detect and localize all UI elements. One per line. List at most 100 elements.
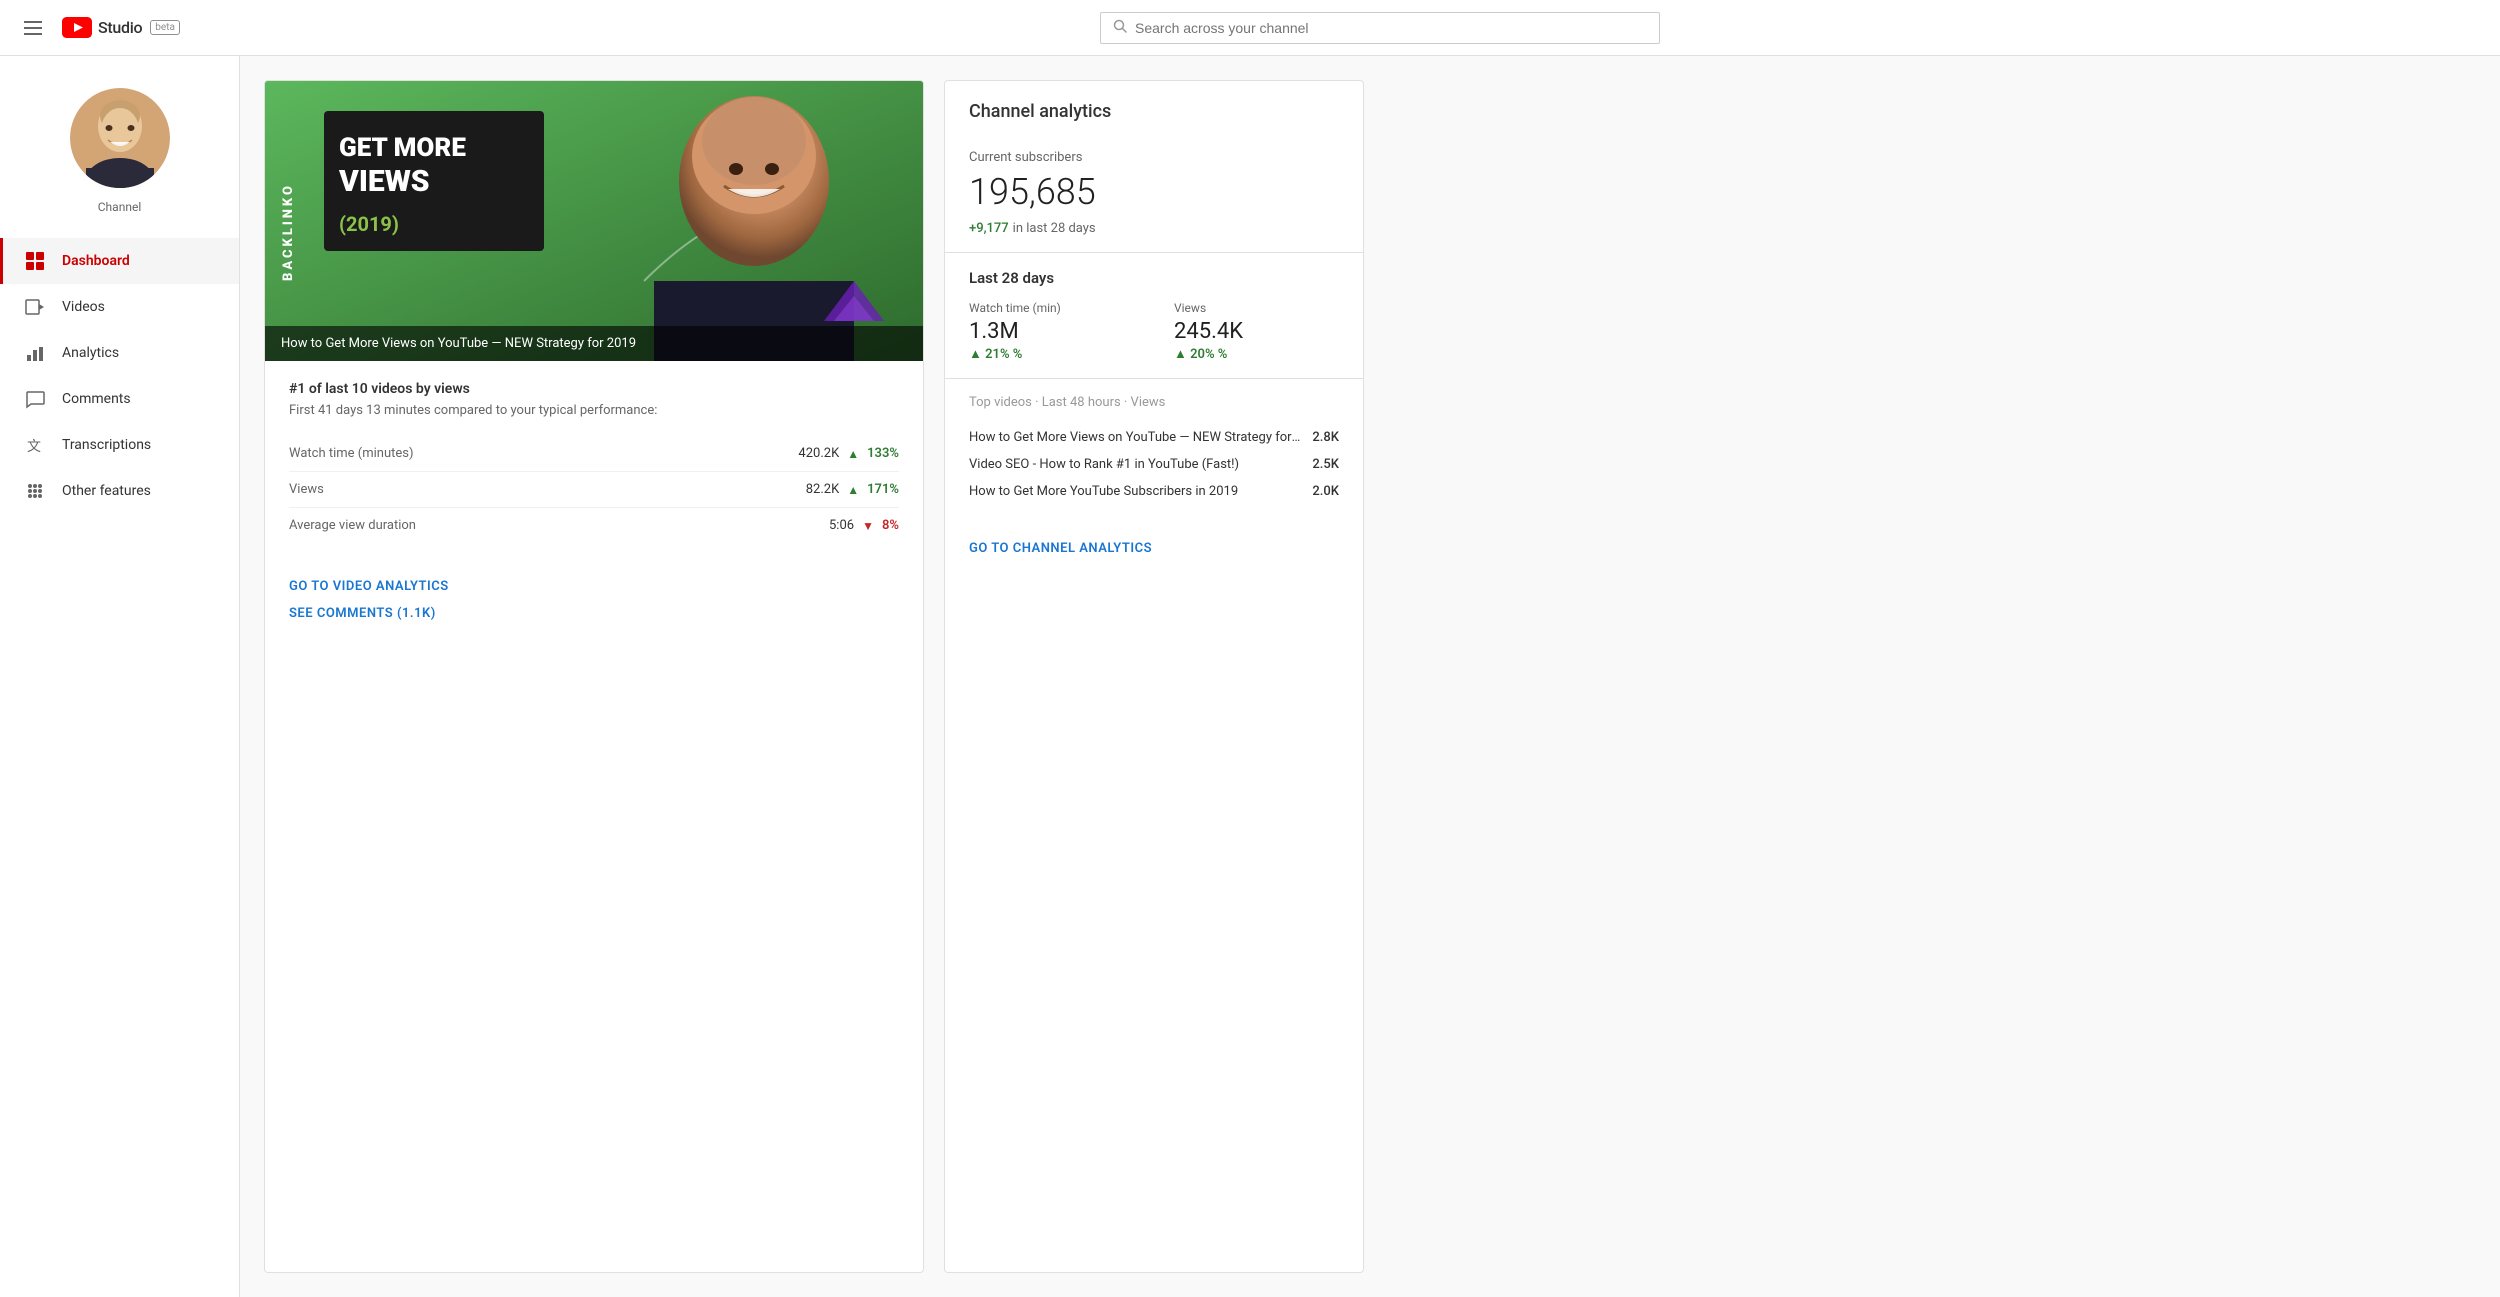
- last28-label: Last 28 days: [969, 269, 1339, 287]
- video-thumbnail: BACKLINKO GET MORE VIEWS (2019) How to G…: [265, 81, 923, 361]
- sidebar-item-other-features-label: Other features: [62, 483, 151, 499]
- search-bar: [276, 12, 2484, 44]
- arrow-up-watchtime: ▲: [847, 447, 859, 461]
- search-icon: [1113, 19, 1127, 37]
- analytics-card: Channel analytics Current subscribers 19…: [944, 80, 1364, 1273]
- stat-value-watchtime: 420.2K ▲ 133%: [798, 446, 899, 461]
- dashboard-icon: [24, 250, 46, 272]
- views-metric: Views 245.4K ▲ 20% %: [1174, 301, 1339, 362]
- views-metric-val: 245.4K: [1174, 319, 1339, 344]
- watchtime-metric-change: ▲ 21% %: [969, 346, 1134, 362]
- sidebar-item-dashboard[interactable]: Dashboard: [0, 238, 239, 284]
- logo-area: Studio beta: [62, 17, 180, 38]
- studio-label: Studio: [98, 18, 142, 37]
- video-perf: First 41 days 13 minutes compared to you…: [289, 403, 899, 418]
- sidebar-item-analytics[interactable]: Analytics: [0, 330, 239, 376]
- top-video-title-2: Video SEO - How to Rank #1 in YouTube (F…: [969, 457, 1300, 472]
- svg-text:GET MORE: GET MORE: [339, 133, 466, 163]
- sidebar-item-transcriptions-label: Transcriptions: [62, 437, 151, 453]
- top-videos-label: Top videos: [969, 395, 1032, 410]
- thumbnail-bg: BACKLINKO GET MORE VIEWS (2019): [265, 81, 923, 361]
- transcriptions-icon: 文: [24, 434, 46, 456]
- analytics-footer: GO TO CHANNEL ANALYTICS: [945, 521, 1363, 572]
- views-arrow-icon: ▲: [1174, 347, 1190, 362]
- top-video-row-3: How to Get More YouTube Subscribers in 2…: [969, 478, 1339, 505]
- views-metric-label: Views: [1174, 301, 1339, 315]
- main-layout: Channel Dashboard Videos Analytics Com: [0, 56, 2500, 1297]
- youtube-logo-icon: [62, 17, 92, 38]
- watchtime-pct: 21%: [985, 347, 1009, 362]
- top-video-views-2: 2.5K: [1312, 457, 1339, 472]
- views-pct: 20%: [1190, 347, 1214, 362]
- pct-watchtime: 133%: [867, 446, 899, 461]
- analytics-icon: [24, 342, 46, 364]
- stat-value-avgduration: 5:06 ▼ 8%: [829, 518, 899, 533]
- top-video-title-1: How to Get More Views on YouTube — NEW S…: [969, 430, 1300, 445]
- search-input-wrap[interactable]: [1100, 12, 1660, 44]
- search-input[interactable]: [1135, 20, 1647, 36]
- video-rank: #1 of last 10 videos by views: [289, 381, 899, 397]
- svg-text:BACKLINKO: BACKLINKO: [281, 183, 296, 281]
- watchtime-arrow-icon: ▲: [969, 347, 985, 362]
- stat-row-watchtime: Watch time (minutes) 420.2K ▲ 133%: [289, 436, 899, 472]
- arrow-up-views: ▲: [847, 483, 859, 497]
- analytics-title: Channel analytics: [969, 101, 1339, 122]
- subscribers-label: Current subscribers: [969, 150, 1339, 165]
- stat-number-views: 82.2K: [806, 482, 840, 497]
- sidebar-item-comments[interactable]: Comments: [0, 376, 239, 422]
- main-content: BACKLINKO GET MORE VIEWS (2019) How to G…: [240, 56, 2500, 1297]
- video-card: BACKLINKO GET MORE VIEWS (2019) How to G…: [264, 80, 924, 1273]
- beta-badge: beta: [150, 20, 180, 35]
- stat-label-views: Views: [289, 482, 324, 497]
- top-videos-section: Top videos · Last 48 hours · Views How t…: [945, 379, 1363, 521]
- subscribers-section: Current subscribers 195,685 +9,177 in la…: [945, 134, 1363, 253]
- sidebar-item-dashboard-label: Dashboard: [62, 253, 130, 269]
- subscribers-value: 195,685: [969, 171, 1339, 213]
- stat-row-views: Views 82.2K ▲ 171%: [289, 472, 899, 508]
- svg-text:文: 文: [27, 439, 41, 455]
- hamburger-menu[interactable]: [16, 13, 50, 43]
- growth-value: +9,177: [969, 221, 1009, 236]
- top-videos-period: Last 48 hours: [1042, 395, 1121, 410]
- watchtime-metric: Watch time (min) 1.3M ▲ 21% %: [969, 301, 1134, 362]
- metrics-row: Watch time (min) 1.3M ▲ 21% % Views 245.…: [969, 301, 1339, 362]
- svg-text:(2019): (2019): [339, 212, 399, 236]
- avatar-section: Channel: [0, 72, 239, 238]
- stat-label-watchtime: Watch time (minutes): [289, 446, 414, 461]
- channel-label: Channel: [98, 200, 141, 214]
- watchtime-metric-label: Watch time (min): [969, 301, 1134, 315]
- top-video-row-1: How to Get More Views on YouTube — NEW S…: [969, 424, 1339, 451]
- go-to-channel-analytics-link[interactable]: GO TO CHANNEL ANALYTICS: [969, 541, 1152, 556]
- top-video-views-3: 2.0K: [1312, 484, 1339, 499]
- topnav: Studio beta: [0, 0, 2500, 56]
- sidebar-item-videos[interactable]: Videos: [0, 284, 239, 330]
- pct-avgduration: 8%: [882, 518, 899, 533]
- videos-icon: [24, 296, 46, 318]
- other-features-icon: [24, 480, 46, 502]
- sidebar: Channel Dashboard Videos Analytics Com: [0, 56, 240, 1297]
- video-stats: #1 of last 10 videos by views First 41 d…: [265, 361, 923, 563]
- sidebar-item-analytics-label: Analytics: [62, 345, 119, 361]
- top-videos-header: Top videos · Last 48 hours · Views: [969, 395, 1339, 410]
- growth-note: in last 28 days: [1013, 221, 1096, 236]
- avatar: [70, 88, 170, 188]
- stat-label-avgduration: Average view duration: [289, 518, 416, 533]
- sidebar-item-comments-label: Comments: [62, 391, 131, 407]
- arrow-down-avgduration: ▼: [862, 519, 874, 533]
- avatar-image: [70, 88, 170, 188]
- see-comments-link[interactable]: SEE COMMENTS (1.1K): [289, 606, 899, 621]
- video-links: GO TO VIDEO ANALYTICS SEE COMMENTS (1.1K…: [265, 563, 923, 637]
- views-metric-change: ▲ 20% %: [1174, 346, 1339, 362]
- svg-text:VIEWS: VIEWS: [338, 164, 430, 199]
- top-video-title-3: How to Get More YouTube Subscribers in 2…: [969, 484, 1300, 499]
- stat-row-avgduration: Average view duration 5:06 ▼ 8%: [289, 508, 899, 543]
- go-to-video-analytics-link[interactable]: GO TO VIDEO ANALYTICS: [289, 579, 899, 594]
- subscribers-growth: +9,177 in last 28 days: [969, 217, 1339, 236]
- sidebar-item-other-features[interactable]: Other features: [0, 468, 239, 514]
- sidebar-item-transcriptions[interactable]: 文 Transcriptions: [0, 422, 239, 468]
- top-video-views-1: 2.8K: [1312, 430, 1339, 445]
- comments-icon: [24, 388, 46, 410]
- sidebar-item-videos-label: Videos: [62, 299, 105, 315]
- stat-number-avgduration: 5:06: [829, 518, 854, 533]
- stat-number-watchtime: 420.2K: [798, 446, 839, 461]
